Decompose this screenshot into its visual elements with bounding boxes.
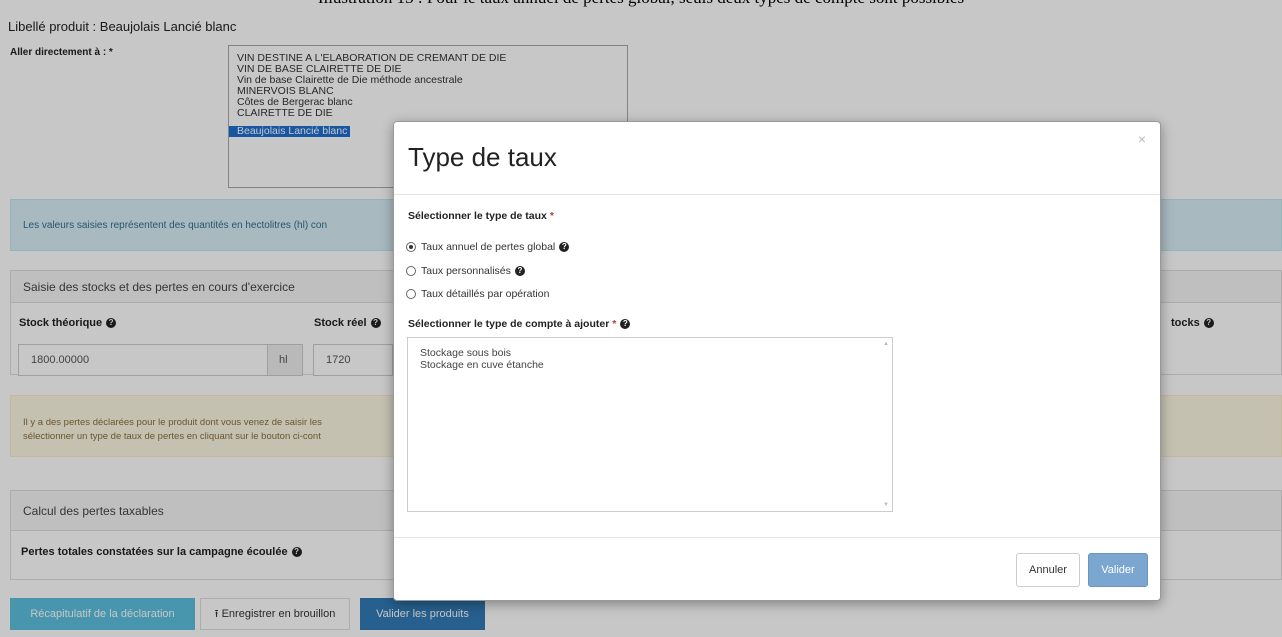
divider (394, 194, 1160, 195)
account-option[interactable]: Stockage en cuve étanche (408, 359, 892, 371)
radio-label: Taux annuel de pertes global (421, 241, 556, 253)
radio-label: Taux détaillés par opération (421, 288, 550, 300)
rate-type-label: Sélectionner le type de taux * (408, 210, 554, 222)
radio-custom-rate[interactable]: Taux personnalisés ? (406, 265, 525, 277)
radio-checked-icon[interactable] (406, 242, 416, 252)
rate-type-modal: × Type de taux Sélectionner le type de t… (393, 121, 1161, 601)
scroll-up-icon[interactable]: ▲ (883, 341, 889, 347)
divider (394, 537, 1160, 538)
list-scrollbar[interactable]: ▲ ▼ (882, 341, 890, 508)
cancel-button[interactable]: Annuler (1016, 553, 1080, 587)
radio-label: Taux personnalisés (421, 265, 511, 277)
account-option[interactable]: Stockage sous bois (408, 347, 892, 359)
help-icon[interactable]: ? (559, 242, 570, 252)
close-icon[interactable]: × (1138, 131, 1146, 147)
account-type-label: Sélectionner le type de compte à ajouter… (408, 318, 631, 330)
help-icon[interactable]: ? (514, 266, 525, 276)
scroll-down-icon[interactable]: ▼ (883, 502, 889, 508)
radio-global-rate[interactable]: Taux annuel de pertes global ? (406, 241, 570, 253)
radio-unchecked-icon[interactable] (406, 289, 416, 299)
help-icon[interactable]: ? (620, 319, 631, 330)
account-type-list[interactable]: Stockage sous bois Stockage en cuve étan… (407, 337, 893, 512)
radio-detailed-rate[interactable]: Taux détaillés par opération (406, 288, 549, 300)
radio-unchecked-icon[interactable] (406, 266, 416, 276)
validate-button[interactable]: Valider (1088, 553, 1148, 587)
modal-title: Type de taux (408, 142, 557, 172)
